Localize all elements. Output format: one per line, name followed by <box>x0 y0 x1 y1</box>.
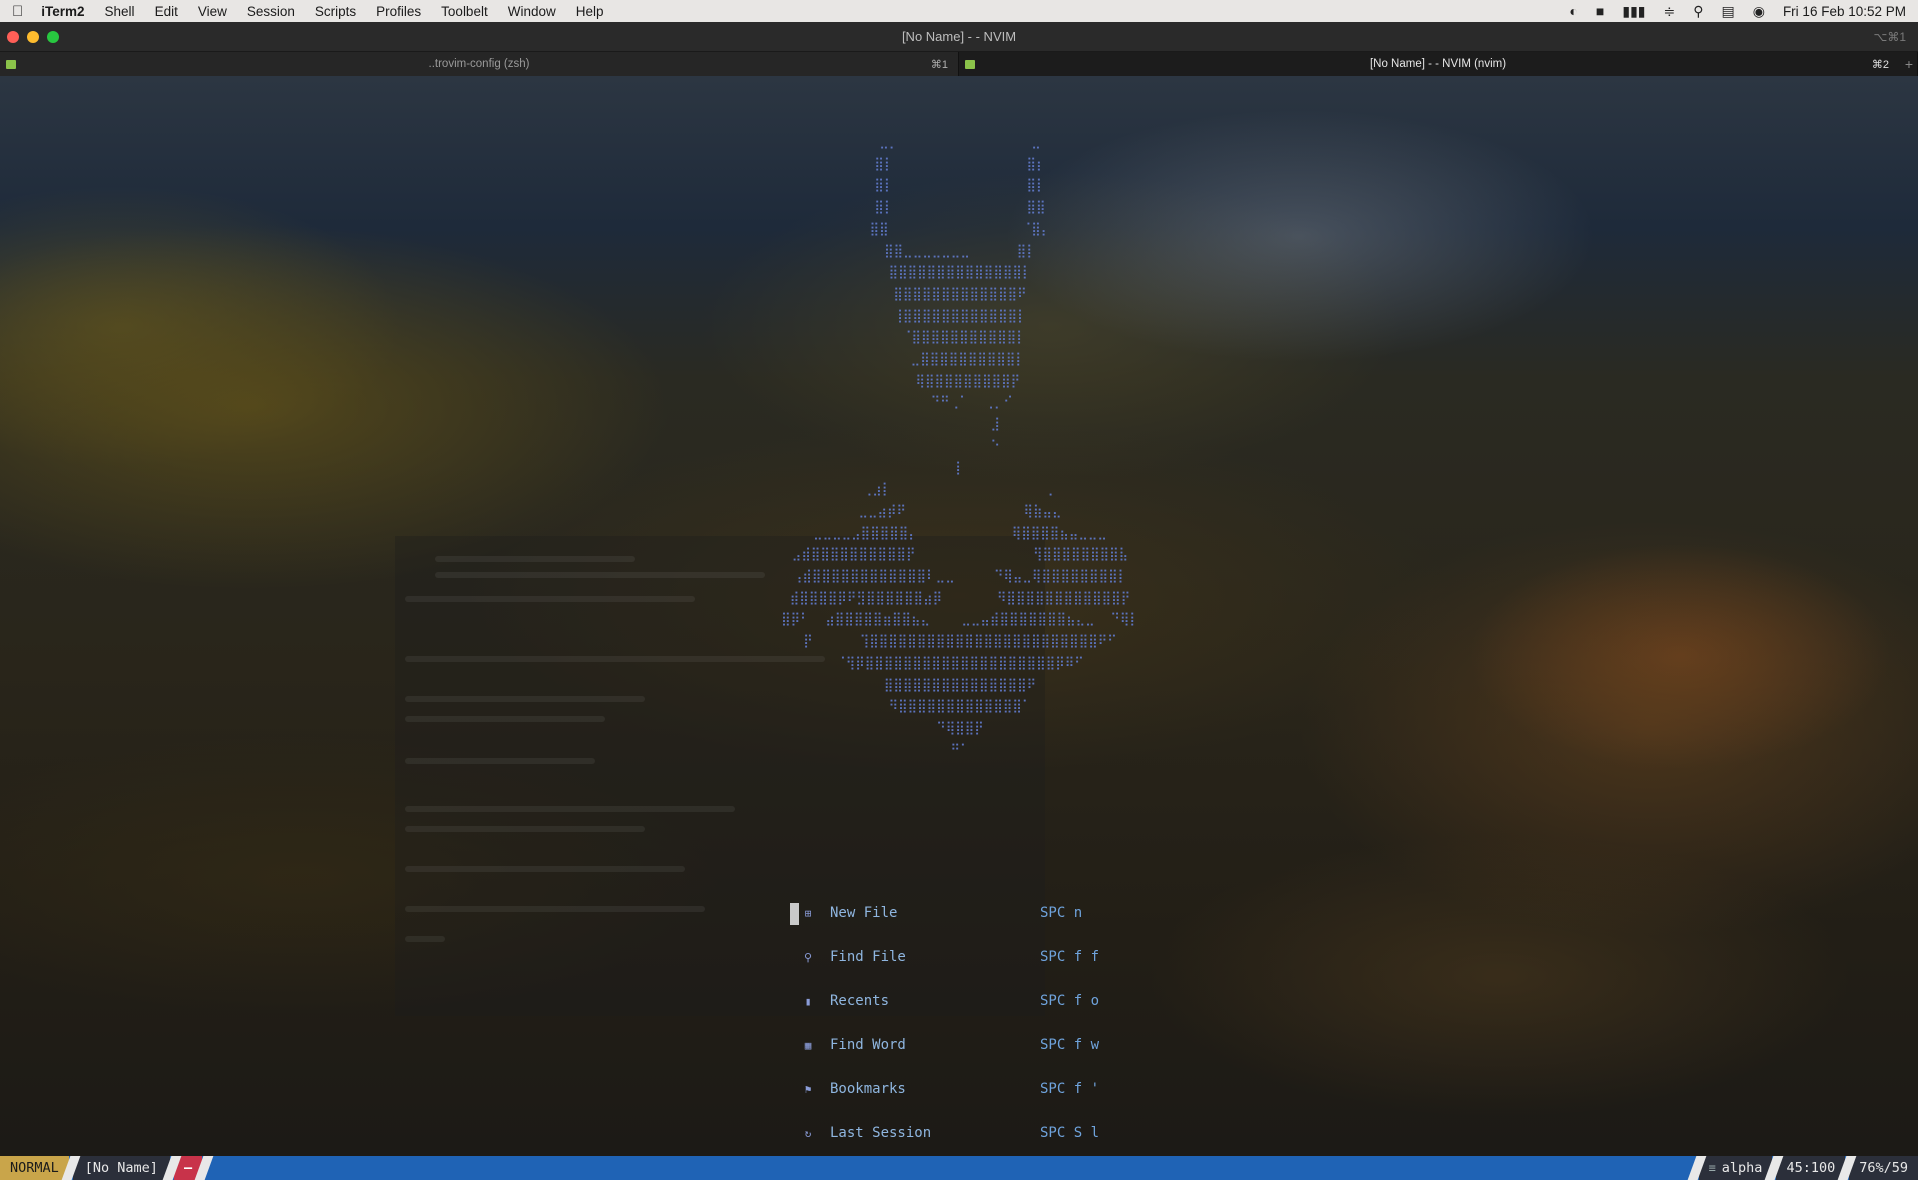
spotlight-search-icon[interactable]: ⚲ <box>1693 3 1703 20</box>
vim-mode-indicator: NORMAL <box>0 1156 69 1180</box>
nvim-statusline: NORMAL [No Name] – alpha 45:100 76%/59 <box>0 1156 1918 1180</box>
dashboard-menu: ⊞ New File SPC n ⚲ Find File SPC f f ▮ R… <box>790 891 1099 1155</box>
statusline-filename: [No Name] <box>72 1156 170 1180</box>
tab-title: [No Name] - - NVIM (nvim) <box>1369 58 1507 70</box>
menu-profiles[interactable]: Profiles <box>376 4 421 19</box>
dashboard-item-recents[interactable]: ▮ Recents SPC f o <box>792 979 1099 1023</box>
macos-menubar:  iTerm2 Shell Edit View Session Scripts… <box>0 0 1918 22</box>
window-controls <box>7 31 59 43</box>
menu-help[interactable]: Help <box>576 4 604 19</box>
window-shortcut: ⌥⌘1 <box>1873 29 1906 44</box>
dashboard-item-shortcut: SPC n <box>1040 905 1083 921</box>
dashboard-item-shortcut: SPC f f <box>1040 949 1100 965</box>
dashboard-item-shortcut: SPC f ' <box>1040 1081 1100 1097</box>
apple-icon[interactable]:  <box>12 3 23 20</box>
bookmark-icon: ⚑ <box>804 1082 812 1096</box>
terminal-tab-icon <box>6 59 16 69</box>
menu-session[interactable]: Session <box>247 4 295 19</box>
menu-scripts[interactable]: Scripts <box>315 4 356 19</box>
menubar-datetime[interactable]: Fri 16 Feb 10:52 PM <box>1783 4 1906 19</box>
dashboard-ascii-art-logo: ⣀⡀ ⣀ ⣿⡇ ⣿⡆ ⣿⡇ ⣿⡇ ⣿⡇ ⣿⣿ ⣿⣿ ⠈⣿⡄ ⣿⣿⣀⣀⣀⣀⣀⣀⣀ … <box>781 135 1139 758</box>
maximize-window-button[interactable] <box>47 31 59 43</box>
statusline-progress: 76%/59 <box>1849 1156 1918 1180</box>
dashboard-item-new-file[interactable]: ⊞ New File SPC n <box>790 891 1099 935</box>
nvim-tab-icon <box>965 59 975 69</box>
wifi-icon[interactable]: ≑ <box>1663 3 1675 20</box>
find-word-icon: ▦ <box>804 1038 812 1052</box>
statusline-right: alpha 45:100 76%/59 <box>1687 1156 1918 1180</box>
menu-toolbelt[interactable]: Toolbelt <box>441 4 488 19</box>
menu-app-name[interactable]: iTerm2 <box>41 4 84 19</box>
siri-icon[interactable]: ◉ <box>1753 3 1765 20</box>
text-cursor <box>790 903 799 925</box>
terminal-viewport[interactable]: ⣀⡀ ⣀ ⣿⡇ ⣿⡆ ⣿⡇ ⣿⡇ ⣿⡇ ⣿⣿ ⣿⣿ ⠈⣿⡄ ⣿⣿⣀⣀⣀⣀⣀⣀⣀ … <box>0 76 1918 1156</box>
window-titlebar: [No Name] - - NVIM ⌥⌘1 <box>0 22 1918 52</box>
dashboard-item-label: Recents <box>830 993 890 1009</box>
dashboard-item-label: Find Word <box>830 1037 906 1053</box>
tab-shortcut: ⌘2 <box>1871 58 1889 71</box>
tab-shortcut: ⌘1 <box>930 58 948 71</box>
dashboard-item-label: Find File <box>830 949 906 965</box>
dashboard-item-shortcut: SPC f o <box>1040 993 1100 1009</box>
menu-shell[interactable]: Shell <box>105 4 135 19</box>
battery-icon[interactable]: ▮▮▮ <box>1622 3 1645 20</box>
new-file-icon: ⊞ <box>804 906 812 920</box>
recents-icon: ▮ <box>804 994 812 1008</box>
grammarly-icon[interactable]: ◐ <box>1569 3 1577 19</box>
last-session-icon: ↻ <box>804 1126 812 1140</box>
statusline-cursor-position: 45:100 <box>1776 1156 1846 1180</box>
dashboard-item-last-session[interactable]: ↻ Last Session SPC S l <box>792 1111 1099 1155</box>
tab-title: ..trovim-config (zsh) <box>428 58 530 70</box>
menubar-status-area: ◐ ■ ▮▮▮ ≑ ⚲ ▤ ◉ Fri 16 Feb 10:52 PM <box>1569 3 1906 20</box>
menu-window[interactable]: Window <box>508 4 556 19</box>
close-window-button[interactable] <box>7 31 19 43</box>
dashboard-item-bookmarks[interactable]: ⚑ Bookmarks SPC f ' <box>792 1067 1099 1111</box>
menu-view[interactable]: View <box>198 4 227 19</box>
window-title: [No Name] - - NVIM <box>901 29 1017 44</box>
dashboard-item-find-file[interactable]: ⚲ Find File SPC f f <box>792 935 1099 979</box>
control-center-icon[interactable]: ▤ <box>1721 3 1734 20</box>
dashboard-item-label: Last Session <box>830 1125 932 1141</box>
bartender-icon[interactable]: ■ <box>1596 3 1604 19</box>
find-file-icon: ⚲ <box>803 950 813 964</box>
dashboard-item-find-word[interactable]: ▦ Find Word SPC f w <box>792 1023 1099 1067</box>
new-tab-plus-icon[interactable]: + <box>1905 56 1913 72</box>
statusline-filetype: alpha <box>1698 1156 1773 1180</box>
dashboard-item-label: Bookmarks <box>830 1081 906 1097</box>
dashboard-item-label: New File <box>830 905 898 921</box>
dashboard-item-shortcut: SPC S l <box>1040 1125 1100 1141</box>
menu-edit[interactable]: Edit <box>155 4 178 19</box>
dashboard-item-shortcut: SPC f w <box>1040 1037 1100 1053</box>
tab-nvim[interactable]: [No Name] - - NVIM (nvim) ⌘2 + <box>959 52 1918 76</box>
tab-bar: ..trovim-config (zsh) ⌘1 [No Name] - - N… <box>0 52 1918 76</box>
tab-zsh[interactable]: ..trovim-config (zsh) ⌘1 <box>0 52 959 76</box>
minimize-window-button[interactable] <box>27 31 39 43</box>
